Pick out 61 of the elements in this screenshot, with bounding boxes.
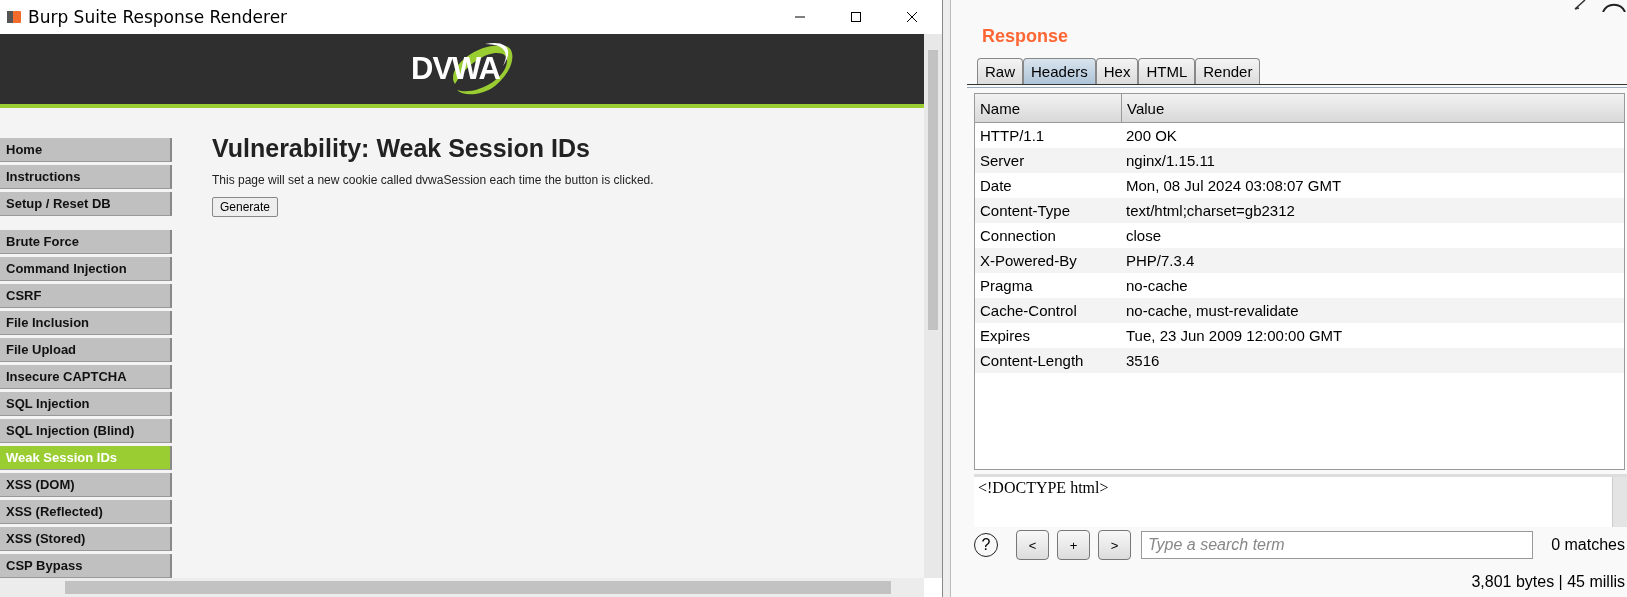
table-cell-text: text/html;charset=gb2312 [1125, 201, 1296, 221]
horizontal-scrollbar[interactable] [0, 578, 924, 597]
description: This page will set a new cookie called dvwaSession each time the button is clicked. [212, 173, 654, 187]
table-cell-text: no-cache [1125, 276, 1189, 296]
menu-item[interactable]: SQL Injection (Blind) [0, 419, 172, 443]
vertical-scrollbar[interactable] [924, 34, 942, 578]
menu-item[interactable]: XSS (Reflected) [0, 500, 172, 524]
table-cell-text: PHP/7.3.4 [1125, 251, 1196, 271]
table-cell-text: no-cache, must-revalidate [1125, 301, 1300, 321]
table-cell-text: HTTP/1.1 [979, 126, 1046, 146]
menu-item[interactable]: File Inclusion [0, 311, 172, 335]
table-cell-text: Tue, 23 Jun 2009 12:00:00 GMT [1125, 326, 1344, 346]
table-cell-text: Server [979, 151, 1026, 171]
table-cell-text: X-Powered-By [979, 251, 1078, 271]
match-count: 0 matches [1551, 536, 1626, 554]
menu-item[interactable]: Insecure CAPTCHA [0, 365, 172, 389]
vertical-scrollbar[interactable] [1612, 477, 1627, 527]
menu-item[interactable]: SQL Injection [0, 392, 172, 416]
nav-button[interactable]: + [1057, 530, 1090, 560]
search-field[interactable]: Type a search term [1141, 531, 1533, 559]
table-cell-text: Connection [979, 226, 1057, 246]
tab[interactable]: Hex [1095, 58, 1139, 84]
tab[interactable]: HTML [1138, 58, 1196, 84]
window-title: Burp Suite Response Renderer [28, 7, 288, 27]
menu-item[interactable]: CSP Bypass [0, 554, 172, 578]
generate-button[interactable]: Generate [212, 197, 279, 217]
menu-item[interactable]: Command Injection [0, 257, 172, 281]
splitter-handle[interactable] [943, 0, 951, 597]
table-cell-text: Cache-Control [979, 301, 1078, 321]
menu-item[interactable]: XSS (DOM) [0, 473, 172, 497]
table-cell-text: Date [979, 176, 1013, 196]
menu-item[interactable]: Home [0, 138, 172, 162]
code-line: <!DOCTYPE html> [978, 479, 1110, 497]
table-cell-text: Content-Type [979, 201, 1072, 221]
tab[interactable]: Render [1195, 58, 1261, 84]
table-cell-text: 3516 [1125, 351, 1161, 371]
column-header[interactable]: Value [1122, 94, 1624, 122]
table-cell-text: nginx/1.15.11 [1125, 151, 1216, 171]
tab[interactable]: Raw [977, 58, 1023, 84]
table-cell-text: 200 OK [1125, 126, 1178, 146]
nav-button[interactable]: < [1016, 530, 1049, 560]
page-heading: Vulnerability: Weak Session IDs [212, 134, 591, 163]
table-cell-text: Pragma [979, 276, 1034, 296]
menu-item[interactable]: File Upload [0, 338, 172, 362]
column-header[interactable]: Name [975, 94, 1122, 122]
table-cell-text: close [1125, 226, 1163, 246]
menu-item[interactable]: CSRF [0, 284, 172, 308]
menu-item[interactable]: Setup / Reset DB [0, 192, 172, 216]
app-icon [7, 10, 21, 24]
table-cell-text: Mon, 08 Jul 2024 03:08:07 GMT [1125, 176, 1343, 196]
maximize-icon[interactable] [850, 11, 862, 23]
close-icon[interactable] [906, 11, 918, 23]
table-cell-text: Expires [979, 326, 1032, 346]
nav-button[interactable]: > [1098, 530, 1131, 560]
menu-item[interactable]: XSS (Stored) [0, 527, 172, 551]
menu-item[interactable]: Instructions [0, 165, 172, 189]
table-cell-text: Content-Length [979, 351, 1085, 371]
menu-item[interactable]: Brute Force [0, 230, 172, 254]
status-text: 3,801 bytes | 45 millis [1470, 572, 1626, 591]
tab[interactable]: Headers [1023, 58, 1096, 84]
panel-title: Response [981, 25, 1070, 48]
